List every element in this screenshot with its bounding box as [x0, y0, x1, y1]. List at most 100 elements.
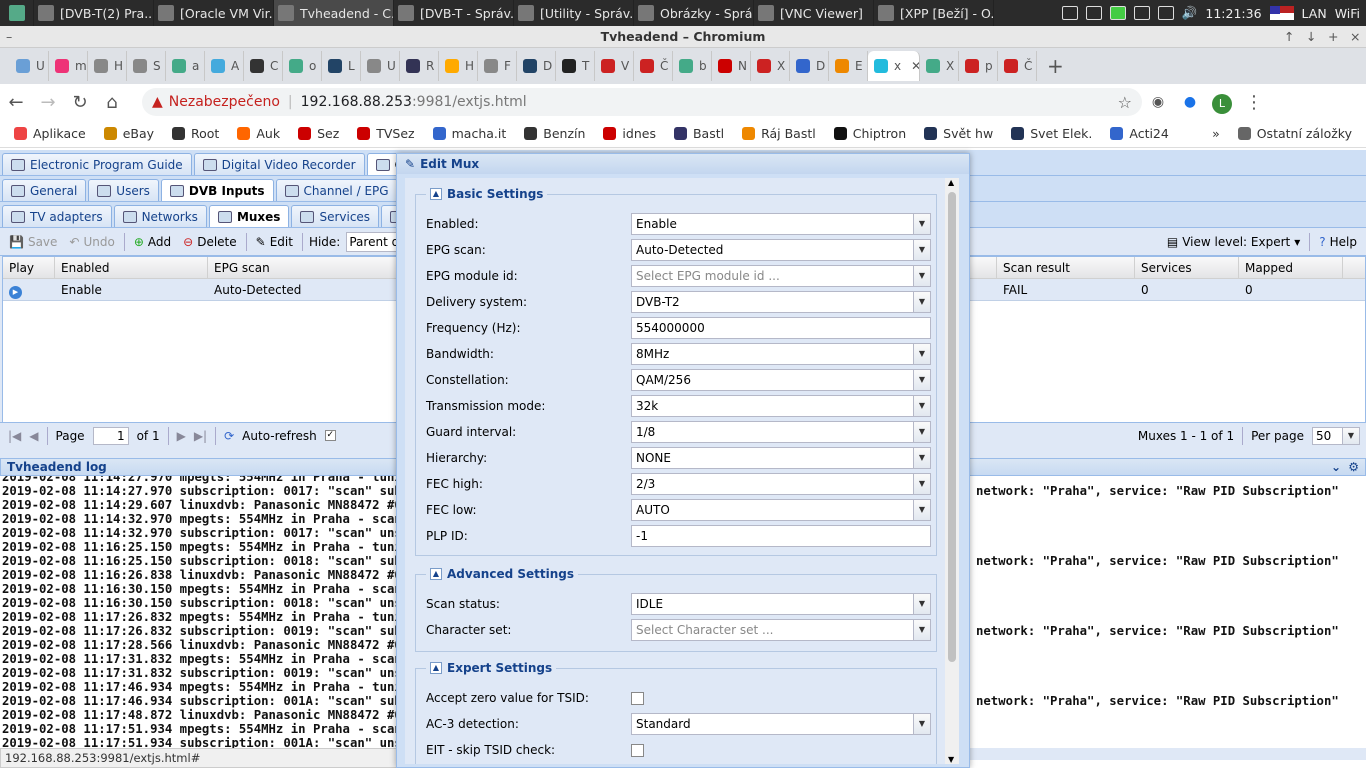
cell-mapped[interactable]: 0 [1239, 279, 1343, 300]
field-select[interactable]: QAM/256 ▼ [631, 369, 931, 391]
bookmark-star-icon[interactable]: ☆ [1118, 93, 1132, 112]
app-tab[interactable]: Users [88, 179, 159, 201]
field-select[interactable]: 1/8 ▼ [631, 421, 931, 443]
bookmark-item[interactable]: Chiptron [833, 126, 906, 141]
col-play[interactable]: Play [3, 257, 55, 278]
edit-button[interactable]: ✎ Edit [253, 235, 296, 249]
url-host[interactable]: 192.168.88.253 [301, 94, 412, 110]
browser-tab[interactable]: S [127, 51, 166, 81]
dropdown-arrow-icon[interactable]: ▼ [913, 396, 930, 416]
dropdown-arrow-icon[interactable]: ▼ [913, 240, 930, 260]
field-select[interactable]: 2/3 ▼ [631, 473, 931, 495]
bookmark-item[interactable]: eBay [103, 126, 154, 141]
browser-tab[interactable]: H [88, 51, 127, 81]
field-input[interactable]: -1 [631, 525, 931, 547]
field-select[interactable]: Enable ▼ [631, 213, 931, 235]
taskbar-item[interactable]: [VNC Viewer] [754, 0, 874, 26]
browser-tab[interactable]: X [751, 51, 790, 81]
bookmark-item[interactable]: Sez [298, 126, 339, 141]
dropdown-arrow-icon[interactable]: ▼ [913, 266, 930, 286]
cell-services[interactable]: 0 [1135, 279, 1239, 300]
per-page-select[interactable]: 50 ▼ [1312, 426, 1360, 445]
wifi-indicator[interactable]: WiFi [1335, 6, 1360, 21]
collapse-toggle-icon[interactable]: ▲ [430, 568, 442, 580]
delete-button[interactable]: ⊖ Delete [180, 235, 240, 249]
prev-page-icon[interactable]: ◀ [29, 429, 38, 443]
field-select[interactable]: Select Character set ... ▼ [631, 619, 931, 641]
window-up-icon[interactable]: ↑ [1284, 26, 1294, 48]
taskbar-item[interactable]: Tvheadend - C... [274, 0, 394, 26]
field-select[interactable]: 8MHz ▼ [631, 343, 931, 365]
field-select[interactable]: NONE ▼ [631, 447, 931, 469]
tab-close-icon[interactable]: ✕ [911, 59, 919, 73]
collapse-toggle-icon[interactable]: ▲ [430, 188, 442, 200]
bookmark-item[interactable]: macha.it [432, 126, 506, 141]
dropdown-arrow-icon[interactable]: ▼ [913, 370, 930, 390]
browser-tab[interactable]: p [959, 51, 998, 81]
browser-tab[interactable]: Č [634, 51, 673, 81]
collapse-icon[interactable]: ⌄ [1331, 459, 1341, 475]
browser-tab[interactable]: D [790, 51, 829, 81]
browser-tab[interactable]: E [829, 51, 868, 81]
window-menu-icon[interactable]: – [6, 26, 12, 48]
browser-tab[interactable]: A [205, 51, 244, 81]
taskbar-item[interactable]: Obrázky - Sprá... [634, 0, 754, 26]
forward-icon[interactable]: → [32, 92, 64, 113]
extension-chat-icon[interactable]: ◉ [1142, 94, 1174, 110]
checklist-icon[interactable] [1133, 6, 1150, 20]
bookmark-item[interactable]: Auk [237, 126, 280, 141]
keyboard-layout-flag-icon[interactable] [1269, 6, 1294, 20]
dropdown-arrow-icon[interactable]: ▼ [913, 448, 930, 468]
browser-tab[interactable]: T [556, 51, 595, 81]
field-checkbox[interactable] [631, 743, 644, 757]
app-tab[interactable]: General [2, 179, 87, 201]
dropdown-arrow-icon[interactable]: ▼ [913, 292, 930, 312]
url-path[interactable]: :9981/extjs.html [412, 94, 527, 110]
app-tab[interactable]: DVB Inputs [160, 179, 274, 201]
field-select[interactable]: IDLE ▼ [631, 593, 931, 615]
browser-tab[interactable]: L [322, 51, 361, 81]
new-tab-icon[interactable]: + [1047, 54, 1064, 78]
browser-tab[interactable]: U [361, 51, 400, 81]
app-tab[interactable]: Muxes [208, 205, 290, 227]
dialog-scrollbar[interactable]: ▲ ▼ [945, 178, 959, 764]
dropdown-arrow-icon[interactable]: ▼ [913, 422, 930, 442]
window-close-icon[interactable]: × [1350, 26, 1360, 48]
omnibox[interactable]: ▲ Nezabezpečeno | 192.168.88.253 :9981/e… [142, 88, 1142, 116]
page-input[interactable]: 1 [92, 426, 129, 445]
autorefresh-checkbox[interactable]: ✓ [324, 430, 336, 441]
col-mapped[interactable]: Mapped [1239, 257, 1343, 278]
bookmark-item[interactable]: Bastl [673, 126, 724, 141]
battery-icon[interactable] [1109, 6, 1126, 20]
extension-badge-icon[interactable]: ● [1174, 94, 1206, 110]
browser-tab[interactable]: b [673, 51, 712, 81]
scroll-down-icon[interactable]: ▼ [948, 755, 954, 764]
save-button[interactable]: 💾 Save [6, 235, 60, 249]
taskbar-item[interactable]: [Oracle VM Vir... [154, 0, 274, 26]
taskbar-item[interactable]: [Utility - Správ... [514, 0, 634, 26]
bookmark-item[interactable]: Benzín [524, 126, 585, 141]
view-level-button[interactable]: ▤ View level: Expert ▾ [1164, 235, 1303, 249]
app-tab[interactable]: Services [291, 205, 380, 227]
field-select[interactable]: Standard ▼ [631, 713, 931, 735]
browser-tab[interactable]: N [712, 51, 751, 81]
browser-tab[interactable]: F [478, 51, 517, 81]
bookmarks-overflow-icon[interactable]: » [1212, 126, 1220, 141]
browser-tab[interactable]: R [400, 51, 439, 81]
menu-icon[interactable] [0, 0, 34, 26]
scroll-up-icon[interactable]: ▲ [948, 178, 954, 187]
dropdown-arrow-icon[interactable]: ▼ [913, 474, 930, 494]
browser-tab[interactable]: H [439, 51, 478, 81]
cell-enabled[interactable]: Enable [55, 279, 208, 300]
browser-tab[interactable]: X [920, 51, 959, 81]
browser-tab[interactable]: D [517, 51, 556, 81]
taskbar-item[interactable]: [XPP [Beží] - O... [874, 0, 994, 26]
col-scan-result[interactable]: Scan result [997, 257, 1135, 278]
browser-tab[interactable]: V [595, 51, 634, 81]
undo-button[interactable]: ↶ Undo [66, 235, 117, 249]
scrollbar-thumb[interactable] [948, 192, 956, 662]
dropdown-arrow-icon[interactable]: ▼ [913, 214, 930, 234]
volume-icon[interactable]: 🔊 [1182, 5, 1198, 21]
bookmark-item[interactable]: Acti24 [1110, 126, 1169, 141]
app-tab[interactable]: Electronic Program Guide [2, 153, 192, 175]
